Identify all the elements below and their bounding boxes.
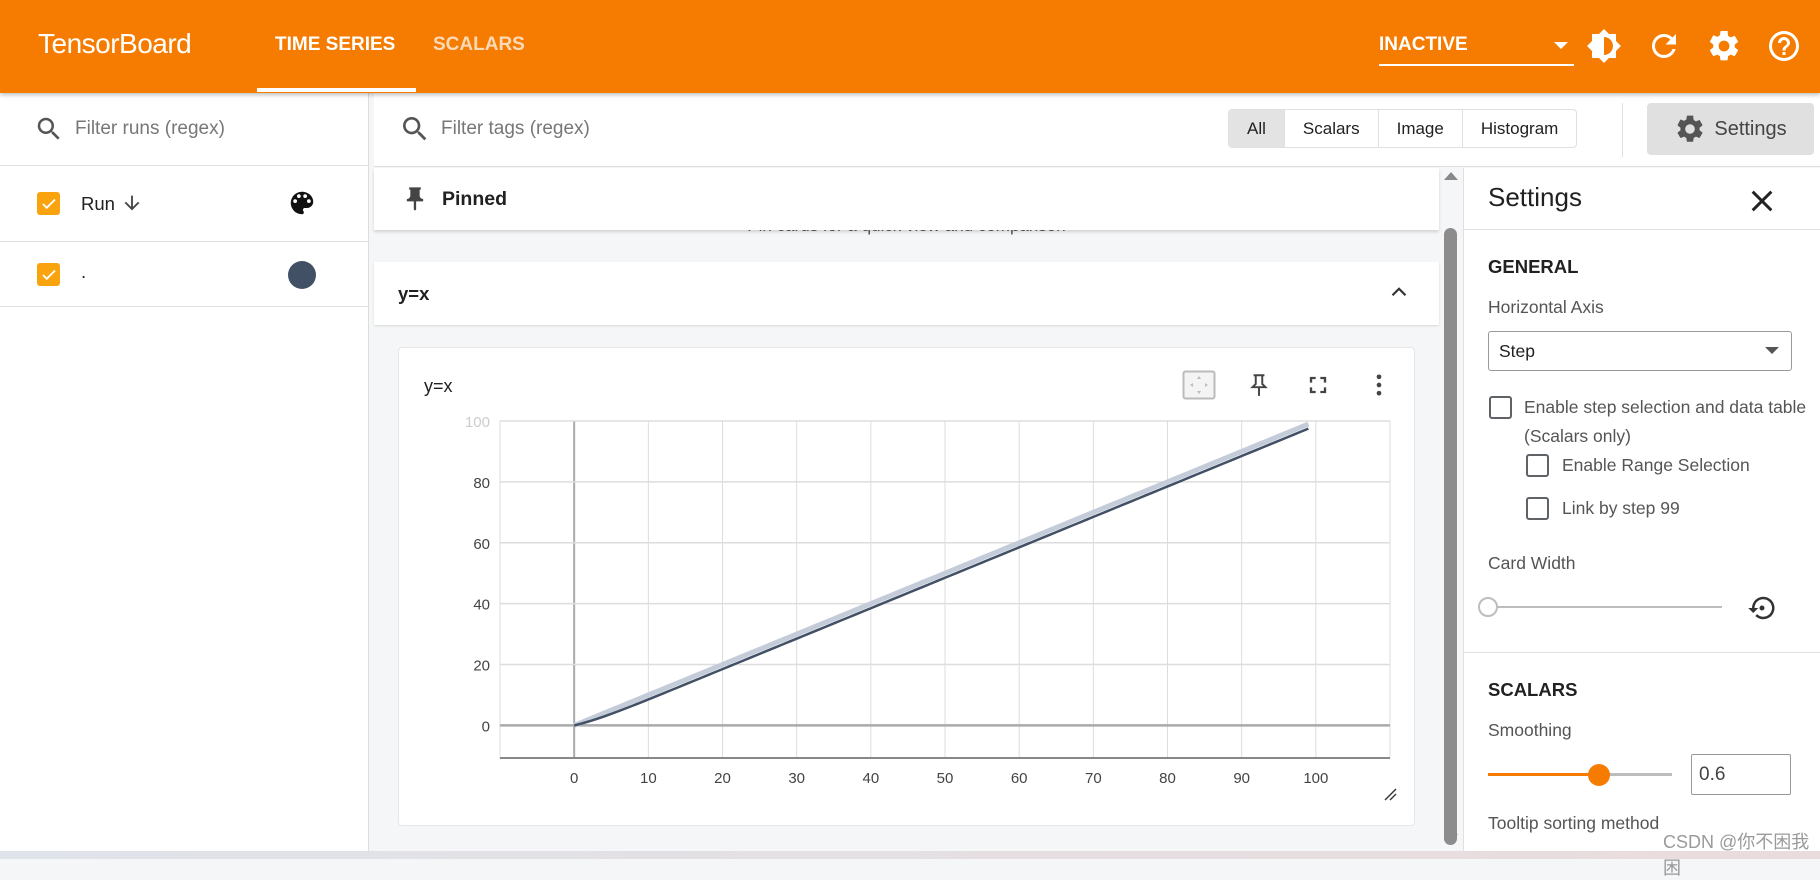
- y-tick-label: 40: [473, 597, 490, 614]
- reset-icon[interactable]: [1747, 593, 1777, 623]
- horizontal-axis-value: Step: [1499, 341, 1535, 361]
- step-selection-label: Enable step selection and data table: [1524, 397, 1807, 417]
- y-tick-label: 20: [473, 658, 490, 675]
- tab-time-series[interactable]: TIME SERIES: [275, 34, 395, 56]
- scalar-card: y=x 0 10 20 30 40 50 60 70 80 90 100 0 20 40 60 80 100: [398, 347, 1415, 826]
- scalars-heading: SCALARS: [1488, 679, 1578, 700]
- run-column-header[interactable]: Run: [81, 193, 115, 215]
- brightness-icon[interactable]: [1586, 28, 1622, 64]
- pinned-title: Pinned: [442, 188, 508, 210]
- x-tick-label: 70: [1085, 770, 1102, 787]
- x-tick-label: 10: [640, 770, 657, 787]
- resize-handle-icon[interactable]: [1383, 787, 1397, 801]
- help-icon[interactable]: [1766, 28, 1802, 64]
- y-tick-label: 80: [473, 475, 490, 492]
- plugin-select[interactable]: INACTIVE: [1379, 30, 1574, 66]
- chip-histogram[interactable]: Histogram: [1463, 110, 1576, 147]
- settings-panel: Settings GENERAL Horizontal Axis Step En…: [1463, 168, 1820, 851]
- chip-scalars[interactable]: Scalars: [1285, 110, 1379, 147]
- filter-toolbar: Filter tags (regex): [374, 93, 1820, 167]
- run-color-swatch[interactable]: [288, 261, 316, 289]
- divider: [1622, 103, 1623, 157]
- x-tick-label: 50: [937, 770, 954, 787]
- x-tick-label: 30: [788, 770, 805, 787]
- x-tick-label: 80: [1159, 770, 1176, 787]
- x-tick-label: 90: [1233, 770, 1250, 787]
- window-bottom-edge: [0, 851, 1820, 859]
- chip-image[interactable]: Image: [1379, 110, 1463, 147]
- horizontal-axis-select[interactable]: Step: [1488, 331, 1792, 371]
- group-title: y=x: [398, 283, 430, 304]
- x-tick-label: 0: [570, 770, 578, 787]
- tab-scalars[interactable]: SCALARS: [433, 34, 525, 56]
- y-tick-label: 100: [465, 414, 490, 431]
- pin-icon: [406, 187, 424, 211]
- divider: [1464, 229, 1820, 230]
- link-by-step-checkbox[interactable]: [1526, 497, 1549, 520]
- card-width-slider[interactable]: [1488, 606, 1722, 608]
- x-tick-label: 40: [862, 770, 879, 787]
- arrow-down-icon[interactable]: [121, 192, 143, 214]
- y-tick-label: 0: [482, 718, 490, 735]
- search-icon: [403, 117, 427, 141]
- horizontal-axis-label: Horizontal Axis: [1488, 297, 1604, 317]
- x-tick-label: 100: [1303, 770, 1328, 787]
- smoothing-input[interactable]: 0.6: [1691, 754, 1791, 795]
- divider: [0, 241, 369, 242]
- runs-sidebar: Filter runs (regex) Run .: [0, 93, 369, 859]
- plugin-type-filter: All Scalars Image Histogram: [1228, 109, 1578, 148]
- settings-button-label: Settings: [1714, 117, 1787, 140]
- dropdown-arrow-icon: [1554, 42, 1568, 49]
- chevron-up-icon[interactable]: [1386, 279, 1412, 305]
- run-checkbox[interactable]: [37, 263, 60, 286]
- range-selection-checkbox[interactable]: [1526, 454, 1549, 477]
- smoothing-label: Smoothing: [1488, 720, 1572, 740]
- smoothing-slider-thumb[interactable]: [1587, 764, 1610, 786]
- chip-all[interactable]: All: [1229, 110, 1285, 147]
- general-heading: GENERAL: [1488, 256, 1579, 277]
- divider: [0, 306, 369, 307]
- link-by-step-label: Link by step 99: [1562, 498, 1680, 518]
- settings-title: Settings: [1488, 182, 1582, 212]
- smoothing-slider-fill: [1488, 773, 1599, 776]
- x-tick-label: 60: [1011, 770, 1028, 787]
- check-icon: [41, 269, 56, 280]
- group-header-y=x[interactable]: y=x: [374, 262, 1439, 325]
- divider: [1464, 652, 1820, 653]
- plugin-select-value: INACTIVE: [1379, 34, 1468, 55]
- search-icon: [37, 117, 60, 140]
- filter-tags-input[interactable]: Filter tags (regex): [441, 118, 590, 140]
- smoothing-slider[interactable]: [1488, 773, 1672, 776]
- pinned-section: Pinned: [374, 168, 1439, 230]
- divider: [0, 165, 369, 166]
- step-selection-checkbox[interactable]: [1489, 396, 1512, 419]
- app-logo: TensorBoard: [38, 28, 192, 59]
- tooltip-sort-label: Tooltip sorting method: [1488, 813, 1660, 833]
- card-width-label: Card Width: [1488, 553, 1576, 573]
- palette-icon[interactable]: [287, 188, 317, 218]
- y-tick-label: 60: [473, 536, 490, 553]
- run-name: .: [81, 261, 87, 282]
- refresh-icon[interactable]: [1646, 28, 1682, 64]
- settings-button[interactable]: Settings: [1647, 103, 1814, 155]
- gear-icon: [1677, 115, 1703, 142]
- filter-runs-input[interactable]: Filter runs (regex): [75, 118, 225, 140]
- range-selection-label: Enable Range Selection: [1562, 455, 1750, 475]
- dropdown-arrow-icon: [1765, 347, 1779, 354]
- close-icon[interactable]: [1746, 185, 1778, 217]
- active-tab-indicator: [257, 88, 416, 92]
- top-bar: TensorBoard TIME SERIES SCALARS INACTIVE: [0, 0, 1820, 93]
- step-selection-sublabel: (Scalars only): [1524, 426, 1631, 446]
- scroll-up-arrow-icon[interactable]: [1444, 172, 1458, 180]
- card-width-slider-thumb[interactable]: [1478, 597, 1498, 617]
- x-tick-label: 20: [714, 770, 731, 787]
- line-chart[interactable]: 0 10 20 30 40 50 60 70 80 90 100 0 20 40 60 80 100: [399, 348, 1416, 827]
- check-icon: [41, 198, 56, 209]
- scrollbar-thumb[interactable]: [1444, 228, 1457, 845]
- select-all-checkbox[interactable]: [37, 192, 60, 215]
- gear-icon[interactable]: [1706, 28, 1742, 64]
